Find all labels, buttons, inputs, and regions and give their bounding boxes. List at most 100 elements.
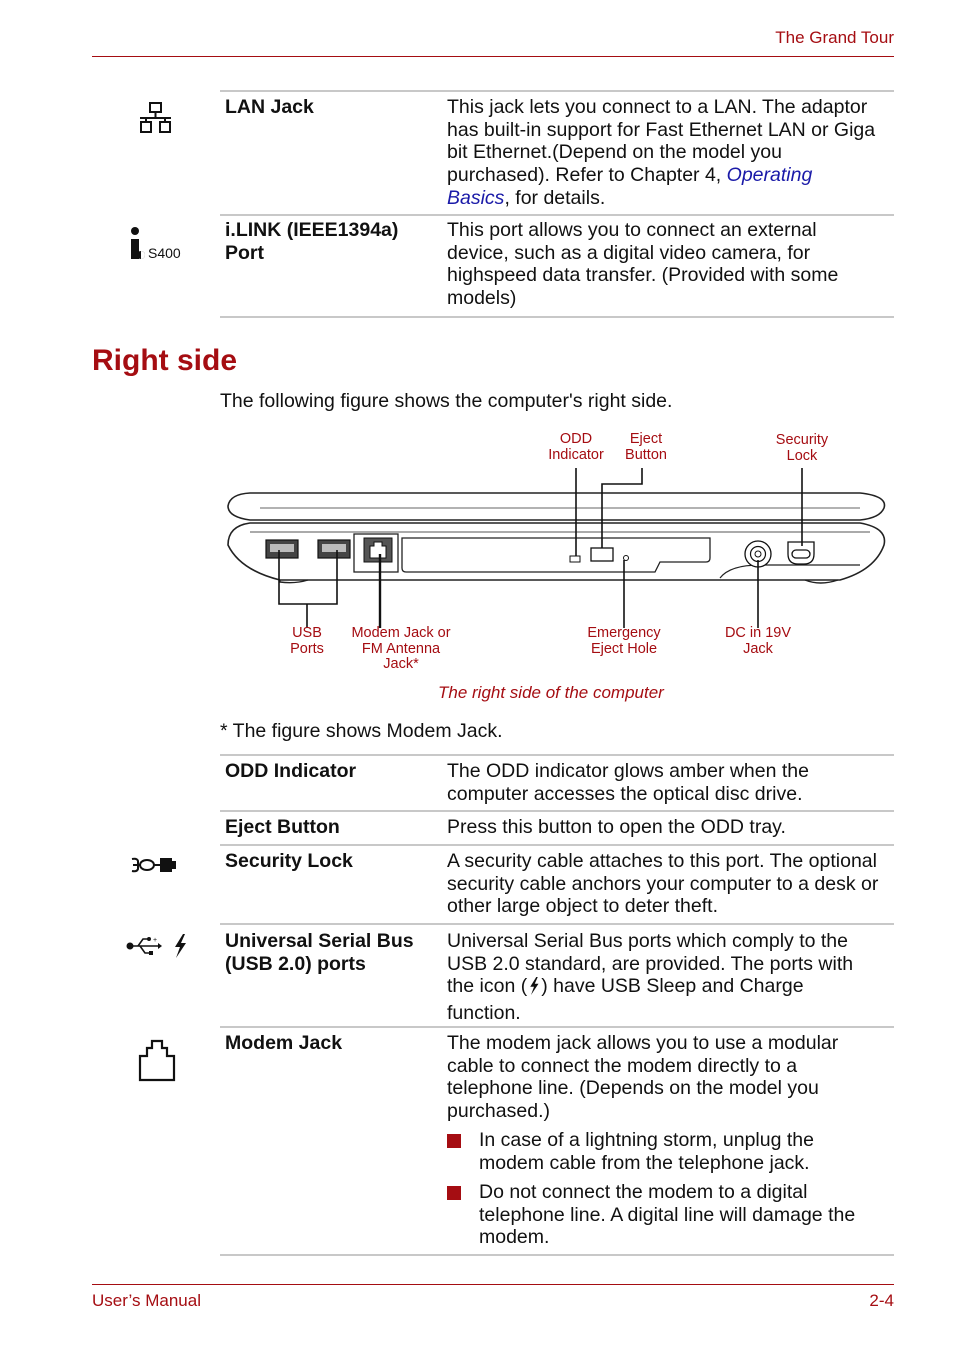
desc-line: other large object to deter theft. — [447, 895, 719, 918]
label-modem-jack: Modem Jack or FM Antenna Jack* — [338, 625, 464, 673]
desc-line: telephone line. (Depends on the model yo… — [447, 1077, 819, 1100]
table-divider — [220, 810, 894, 812]
table-divider — [220, 316, 894, 318]
desc-line: computer accesses the optical disc drive… — [447, 782, 803, 805]
usb-icon: + — [126, 934, 162, 963]
table-divider — [220, 90, 894, 92]
desc-line: This jack lets you connect to a LAN. The… — [447, 96, 868, 118]
desc-line: has built-in support for Fast Ethernet L… — [447, 118, 876, 141]
label-line: DC in 19V — [724, 625, 792, 641]
label-line: Eject — [629, 431, 663, 447]
section-intro: The following figure shows the computer'… — [220, 390, 673, 412]
desc-text: purchased). Refer to Chapter 4, — [447, 164, 727, 187]
operating-basics-link[interactable]: Operating — [727, 164, 813, 186]
bullet-square-icon — [447, 1134, 461, 1148]
desc-text: the icon ( — [447, 975, 528, 998]
header-rule — [92, 56, 894, 57]
term-odd-indicator: ODD Indicator — [225, 760, 357, 782]
bullet-line: modem cable from the telephone jack. — [479, 1151, 810, 1174]
term-line: Port — [225, 241, 264, 264]
table-divider — [220, 1254, 894, 1256]
desc-lan-jack: This jack lets you connect to a LAN. The… — [447, 96, 897, 210]
desc-line: A security cable attaches to this port. … — [447, 850, 877, 872]
label-line: ODD — [559, 431, 593, 447]
label-line: Indicator — [548, 446, 604, 463]
label-line: Jack — [743, 640, 773, 657]
label-odd-indicator: ODD Indicator — [538, 431, 614, 463]
operating-basics-link-cont[interactable]: Basics — [447, 187, 504, 209]
desc-eject-button: Press this button to open the ODD tray. — [447, 816, 897, 839]
footer-page-number: 2-4 — [869, 1291, 894, 1310]
ilink-icon-label: S400 — [148, 245, 181, 261]
emergency-eject-hole — [623, 555, 629, 561]
desc-text: , for details. — [504, 186, 606, 209]
security-lock-icon — [130, 855, 180, 880]
bullet-text: Do not connect the modem to a digital te… — [479, 1181, 899, 1249]
term-eject-button: Eject Button — [225, 816, 340, 838]
figure-footnote: * The figure shows Modem Jack. — [220, 720, 503, 742]
desc-line: device, such as a digital video camera, … — [447, 241, 811, 264]
label-line: Modem Jack or — [351, 625, 451, 641]
term-lan-jack: LAN Jack — [225, 96, 314, 118]
modem-port — [363, 537, 393, 563]
table-divider — [220, 754, 894, 756]
label-line: USB — [292, 625, 322, 641]
label-dc-in: DC in 19V Jack — [712, 625, 804, 657]
bullet-square-icon — [447, 1186, 461, 1200]
usb-port-1 — [265, 539, 299, 559]
modem-icon — [138, 1038, 176, 1087]
desc-line: The modem jack allows you to use a modul… — [447, 1032, 839, 1054]
table-divider — [220, 923, 894, 925]
bullet-line: telephone line. A digital line will dama… — [479, 1203, 856, 1226]
label-security-lock: Security Lock — [764, 432, 840, 464]
label-line: Ports — [290, 640, 324, 657]
desc-line: Basics, for details. — [447, 187, 897, 210]
desc-line: security cable anchors your computer to … — [447, 872, 879, 895]
desc-line: Press this button to open the ODD tray. — [447, 816, 786, 838]
section-title: Right side — [92, 344, 238, 377]
label-line: Emergency — [587, 625, 661, 641]
bullet-text: In case of a lightning storm, unplug the… — [479, 1129, 899, 1174]
usb-port-2 — [317, 539, 351, 559]
right-side-figure: ODD Indicator Eject Button Security Lock… — [220, 420, 900, 680]
label-line: FM Antenna — [361, 640, 441, 657]
bullet-line: Do not connect the modem to a digital — [479, 1181, 808, 1203]
label-emergency-eject-hole: Emergency Eject Hole — [574, 625, 674, 657]
label-eject-button: Eject Button — [614, 431, 678, 463]
label-line: Eject Hole — [590, 640, 658, 657]
desc-line: This port allows you to connect an exter… — [447, 219, 817, 241]
desc-line: purchased.) — [447, 1100, 550, 1123]
term-modem-jack: Modem Jack — [225, 1032, 343, 1054]
table-divider — [220, 214, 894, 216]
desc-line: The ODD indicator glows amber when the — [447, 760, 809, 782]
lan-icon — [138, 102, 174, 141]
odd-indicator-led — [569, 555, 581, 563]
term-ilink: i.LINK (IEEE1394a) Port — [225, 219, 440, 264]
desc-ilink: This port allows you to connect an exter… — [447, 219, 897, 310]
label-line: Security — [775, 432, 829, 448]
svg-text:+: + — [153, 937, 157, 944]
table-divider — [220, 1026, 894, 1028]
desc-line: cable to connect the modem directly to a — [447, 1054, 798, 1077]
label-line: Button — [625, 446, 667, 463]
figure-caption: The right side of the computer — [438, 683, 664, 702]
label-usb-ports: USB Ports — [277, 625, 337, 657]
bullet-line: modem. — [479, 1226, 550, 1249]
label-line: Jack* — [383, 656, 419, 672]
footer-manual-title: User’s Manual — [92, 1291, 201, 1310]
footer-rule — [92, 1284, 894, 1285]
desc-line: purchased). Refer to Chapter 4, Operatin… — [447, 164, 897, 187]
eject-button-shape — [590, 547, 614, 562]
table-divider — [220, 844, 894, 846]
desc-line: models) — [447, 287, 517, 310]
lightning-icon — [172, 933, 188, 964]
inline-lightning-icon — [528, 976, 540, 1002]
desc-line: the icon () have USB Sleep and Charge — [447, 975, 897, 1002]
label-line: Lock — [786, 447, 818, 464]
desc-odd-indicator: The ODD indicator glows amber when the c… — [447, 760, 897, 805]
term-line: i.LINK (IEEE1394a) — [225, 219, 399, 241]
desc-security-lock: A security cable attaches to this port. … — [447, 850, 897, 918]
security-lock-slot — [787, 541, 815, 565]
desc-usb: Universal Serial Bus ports which comply … — [447, 930, 897, 1025]
desc-modem-jack: The modem jack allows you to use a modul… — [447, 1032, 897, 1123]
